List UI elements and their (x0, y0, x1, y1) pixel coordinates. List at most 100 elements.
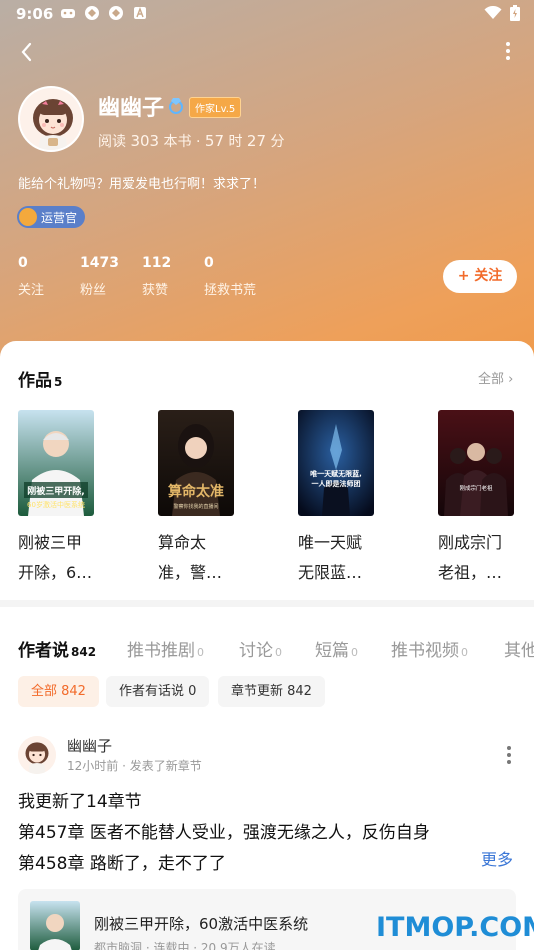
operator-icon (19, 208, 37, 226)
status-bar: 9:06 (0, 0, 534, 28)
post-more-button[interactable] (507, 746, 513, 767)
app-icon (109, 6, 123, 20)
stat-following[interactable]: 0 关注 (18, 255, 80, 298)
reading-stats: 阅读 303 本书 · 57 时 27 分 (98, 131, 284, 151)
more-dot-icon (506, 56, 510, 60)
book-item[interactable]: 唯一天赋无限蓝, 一人即是法师团 唯一天赋 无限蓝… (298, 410, 374, 582)
stat-label: 拯救书荒 (204, 283, 257, 298)
stat-likes[interactable]: 112 获赞 (142, 255, 204, 298)
book-cover-art-icon: 算命太准 警察你找我的直播间 (158, 410, 234, 516)
post-text-line: 第458章 路断了，走不了了 (18, 854, 226, 874)
book-cover-art-icon: 刚被三甲开除, 60岁激活中医系统 (18, 410, 94, 516)
book-title-line: 算命太 (158, 533, 207, 552)
filter-chip-chapter-updates[interactable]: 章节更新 842 (218, 676, 325, 707)
linked-book-title: 刚被三甲开除，60激活中医系统 (94, 915, 309, 933)
svg-text:唯一天赋无限蓝,: 唯一天赋无限蓝, (310, 469, 362, 478)
svg-text:警察你找我的直播间: 警察你找我的直播间 (173, 503, 218, 510)
svg-text:算命太准: 算命太准 (168, 483, 224, 500)
book-cover-art-icon (30, 901, 80, 950)
more-dot-icon (506, 49, 510, 53)
tab-count: 0 (461, 646, 468, 659)
book-title-line: 唯一天赋 (298, 533, 363, 552)
post-text-line: 我更新了14章节 (18, 792, 142, 812)
section-divider (0, 600, 534, 607)
reading-hours: 57 (204, 132, 224, 150)
tab-label: 作者说 (18, 641, 69, 661)
stat-fans[interactable]: 1473 粉丝 (80, 255, 142, 298)
filter-chip-all[interactable]: 全部 842 (18, 676, 99, 707)
stat-value: 1473 (80, 255, 119, 271)
book-title: 唯一天赋 无限蓝… (298, 528, 398, 588)
reading-prefix: 阅读 (98, 134, 126, 150)
status-system-icons (484, 5, 520, 21)
tab-short-stories[interactable]: 短篇 0 (315, 636, 358, 661)
book-title-line: 开除，6… (18, 563, 93, 582)
battery-icon (510, 5, 520, 21)
book-cover-art-icon: 刚成宗门老祖 (438, 410, 514, 516)
post-author-avatar[interactable] (18, 736, 56, 774)
tab-label: 其他 (504, 641, 534, 661)
author-avatar[interactable] (18, 86, 84, 152)
follow-button[interactable]: + 关注 (443, 260, 517, 293)
tab-recommendations[interactable]: 推书推剧 0 (127, 636, 204, 661)
book-title: 刚成宗门 老祖，… (438, 528, 534, 588)
works-view-all-link[interactable]: 全部 › (478, 368, 513, 387)
profile-stats: 0 关注 1473 粉丝 112 获赞 0 拯救书荒 (18, 255, 284, 298)
svg-text:刚成宗门老祖: 刚成宗门老祖 (459, 484, 493, 492)
wifi-icon (484, 6, 502, 19)
status-notification-icons (60, 5, 148, 21)
post-text-line: 第457章 医者不能替人受业，强渡无缘之人，反伤自身 (18, 823, 430, 843)
book-item[interactable]: 算命太准 警察你找我的直播间 算命太 准，警… (158, 410, 234, 582)
operator-badge[interactable]: 运营官 (17, 206, 86, 228)
tab-count: 842 (71, 645, 97, 659)
tab-author-says[interactable]: 作者说 842 (18, 636, 96, 661)
tab-count: 0 (351, 646, 358, 659)
book-cover: 刚成宗门老祖 (438, 410, 514, 516)
post-meta: 12小时前 · 发表了新章节 (67, 759, 202, 773)
stat-value: 0 (204, 255, 214, 271)
book-cover: 算命太准 警察你找我的直播间 (158, 410, 234, 516)
post-author-name[interactable]: 幽幽子 (67, 735, 112, 756)
stat-label: 关注 (18, 283, 45, 298)
works-title-label: 作品 (18, 371, 52, 391)
tab-label: 讨论 (239, 641, 273, 661)
book-title-line: 无限蓝… (298, 563, 363, 582)
anime-girl-avatar-icon (18, 736, 56, 774)
book-title-line: 刚被三甲 (18, 533, 83, 552)
operator-badge-label: 运营官 (41, 210, 78, 225)
verified-diamond-icon (169, 98, 183, 114)
book-cover: 唯一天赋无限蓝, 一人即是法师团 (298, 410, 374, 516)
linked-book-meta: 都市脑洞 · 连载中 · 20.9万人在读 (94, 941, 276, 950)
more-options-button[interactable] (502, 40, 514, 64)
stat-label: 粉丝 (80, 283, 107, 298)
works-count: 5 (54, 375, 63, 389)
tab-book-videos[interactable]: 推书视频 0 (391, 636, 468, 661)
book-item[interactable]: 刚被三甲开除, 60岁激活中医系统 刚被三甲 开除，6… (18, 410, 94, 582)
linked-book-cover (30, 901, 80, 950)
works-section-title: 作品 5 (18, 366, 62, 391)
tab-count: 0 (197, 646, 204, 659)
svg-text:60岁激活中医系统: 60岁激活中医系统 (27, 500, 85, 509)
back-button[interactable] (14, 38, 42, 66)
reading-hours-unit: 时 (228, 134, 243, 150)
reading-minutes: 27 (246, 132, 266, 150)
reading-minutes-unit: 分 (270, 134, 285, 150)
tab-other[interactable]: 其他 (504, 636, 534, 661)
tab-discussion[interactable]: 讨论 0 (239, 636, 282, 661)
svg-text:一人即是法师团: 一人即是法师团 (312, 479, 361, 488)
book-cover-art-icon: 唯一天赋无限蓝, 一人即是法师团 (298, 410, 374, 516)
author-name: 幽幽子 (98, 96, 165, 121)
gamepad-icon (61, 9, 75, 18)
stat-label: 获赞 (142, 283, 169, 298)
filter-chip-author-notes[interactable]: 作者有话说 0 (106, 676, 210, 707)
chevron-left-icon (21, 42, 32, 62)
book-item[interactable]: 刚成宗门老祖 刚成宗门 老祖，… (438, 410, 514, 582)
stat-rescue-booklist[interactable]: 0 拯救书荒 (204, 255, 284, 298)
book-title: 算命太 准，警… (158, 528, 258, 588)
expand-more-link[interactable]: 更多 (481, 846, 513, 870)
tab-label: 短篇 (315, 641, 349, 661)
book-cover: 刚被三甲开除, 60岁激活中医系统 (18, 410, 94, 516)
tab-label: 推书视频 (391, 641, 459, 661)
tab-label: 推书推剧 (127, 641, 195, 661)
reading-books-unit: 本书 · (163, 134, 201, 150)
